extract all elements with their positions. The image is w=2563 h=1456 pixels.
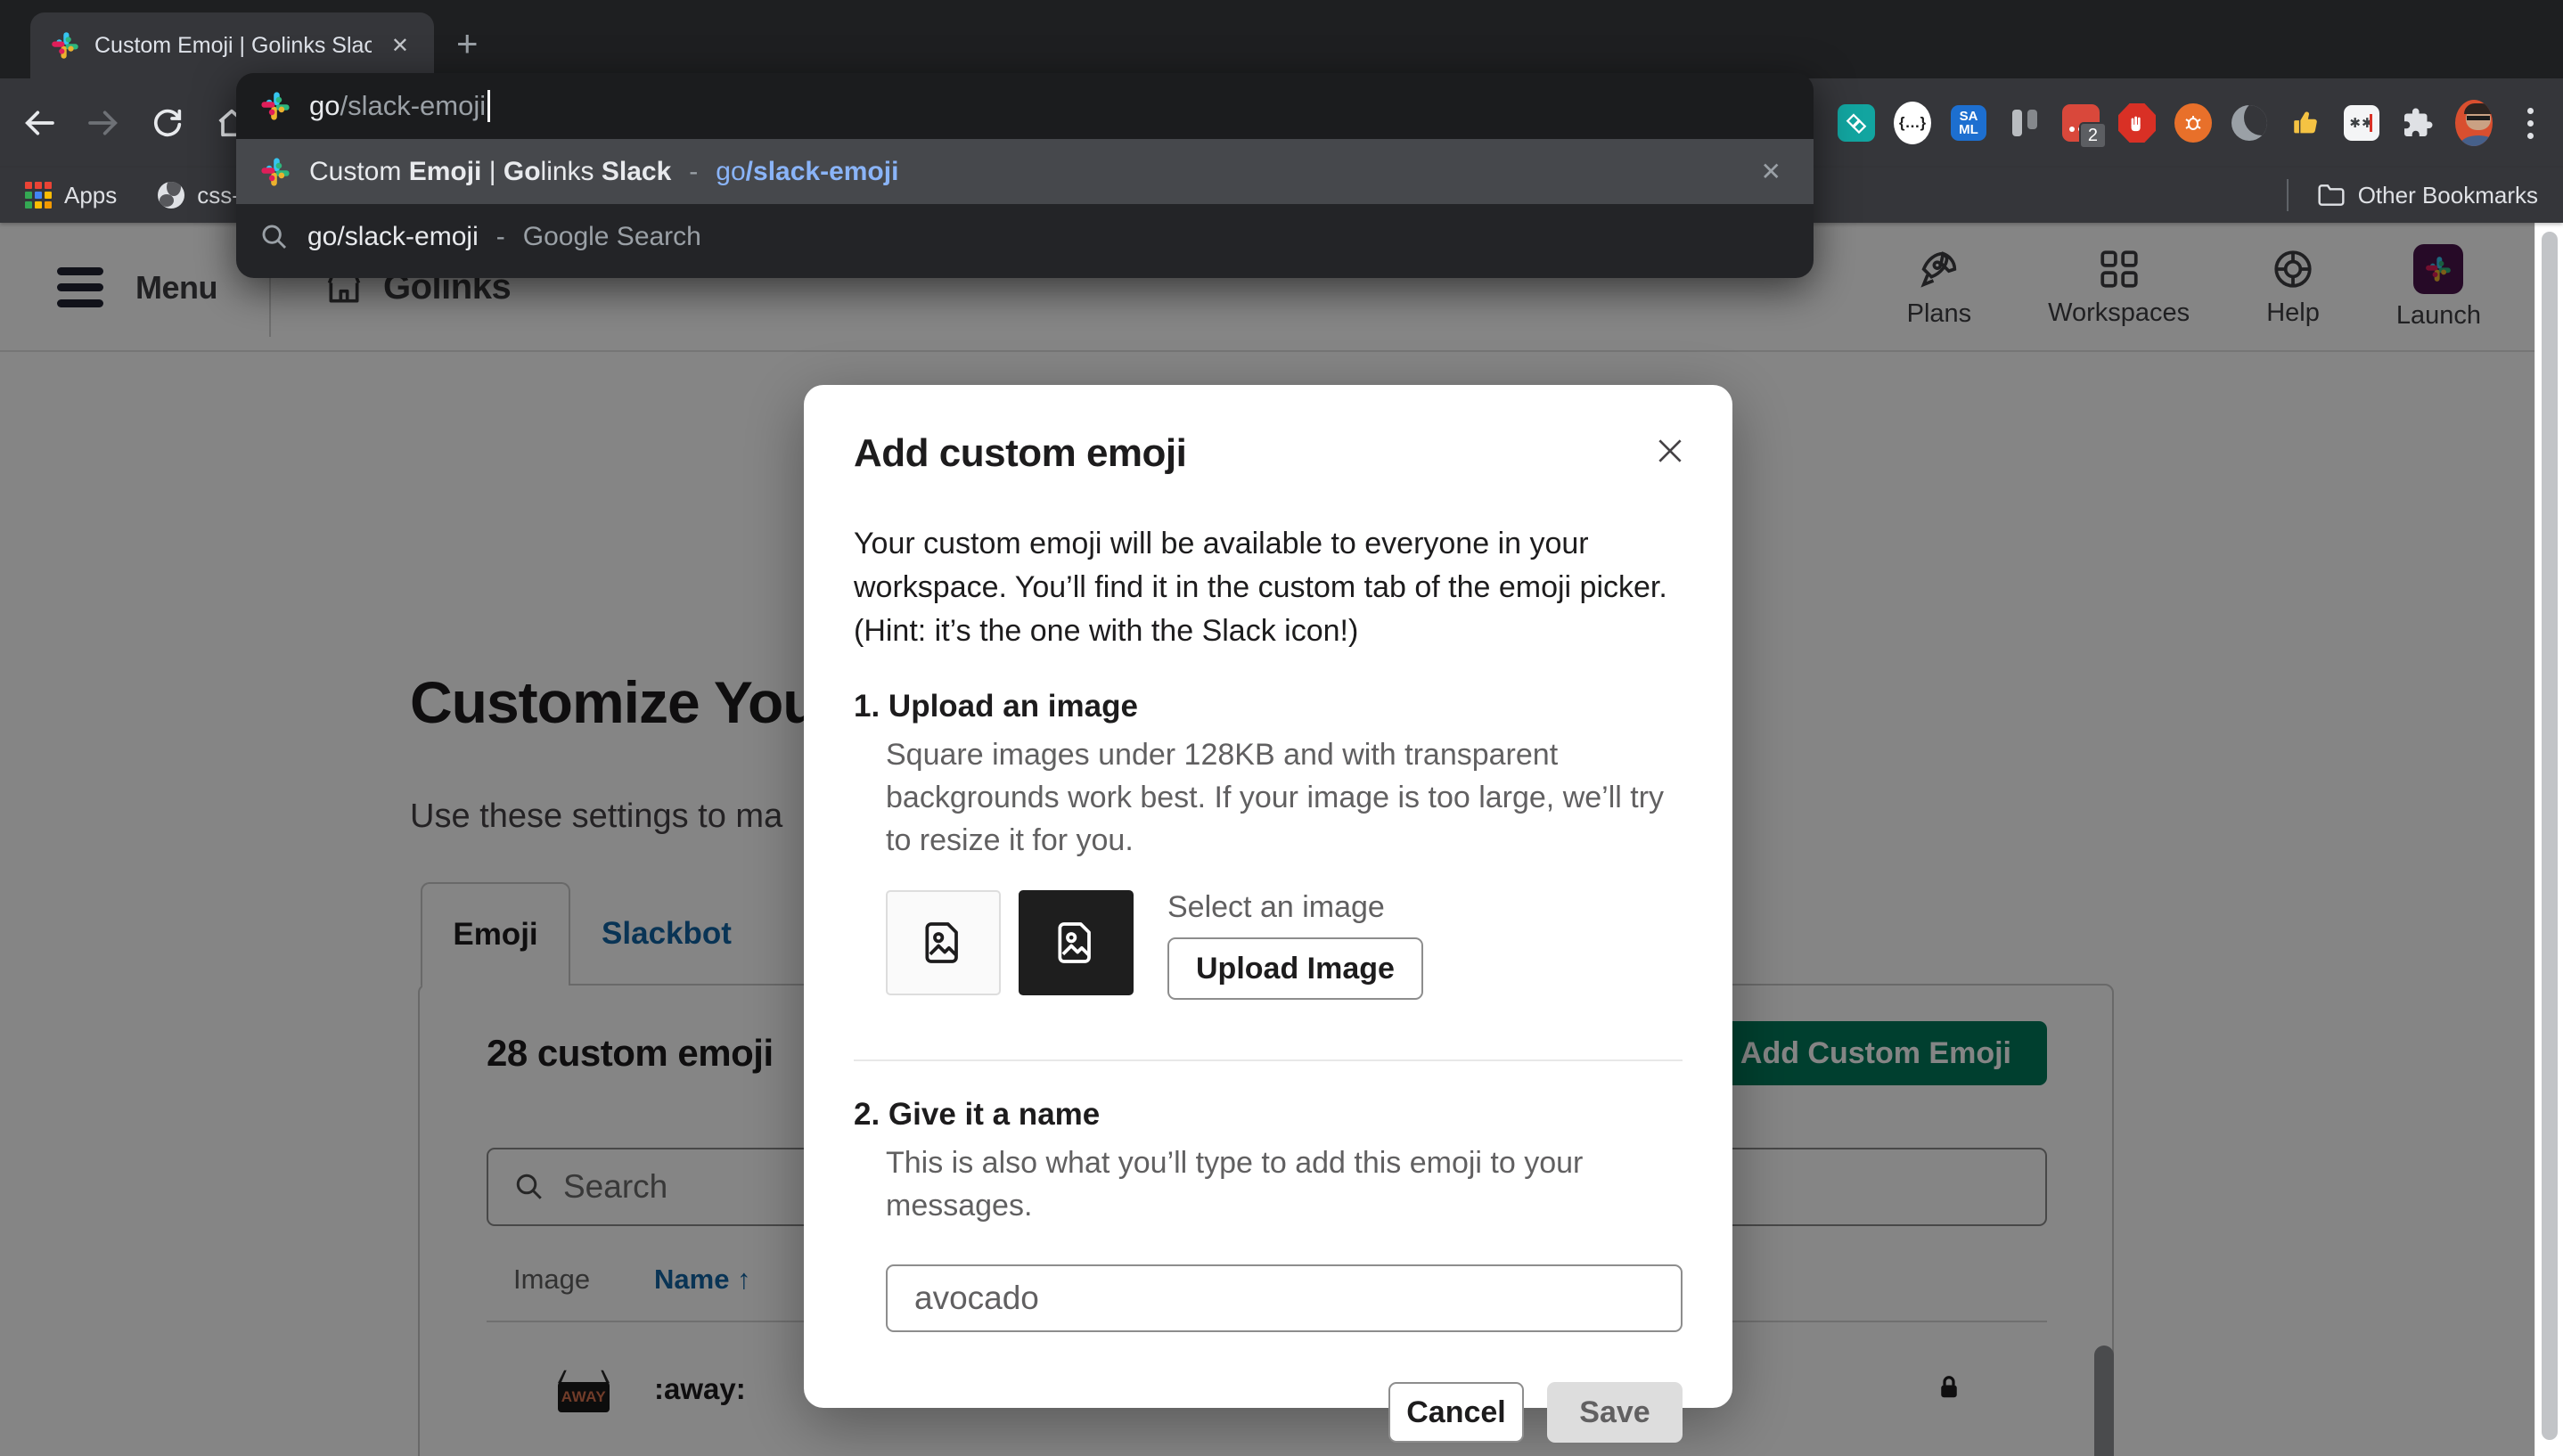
folder-icon xyxy=(2317,183,2346,208)
bug-extension-icon[interactable] xyxy=(2174,104,2212,142)
globe-icon xyxy=(158,182,184,209)
suggestion-separator: - xyxy=(496,222,505,252)
new-tab-button[interactable]: + xyxy=(456,23,479,64)
bookmarks-separator xyxy=(2287,179,2289,211)
thumbs-up-extension-icon[interactable] xyxy=(2287,104,2324,142)
suggestion-row-page[interactable]: Custom Emoji | Golinks Slack - go/slack-… xyxy=(236,139,1814,204)
modal-title: Add custom emoji xyxy=(854,431,1186,476)
save-button[interactable]: Save xyxy=(1547,1382,1683,1443)
stop-hand-extension-icon[interactable] xyxy=(2118,104,2156,142)
browser-page-scrollbar[interactable] xyxy=(2534,223,2563,1456)
golinks-extension-icon[interactable] xyxy=(1838,104,1875,142)
suggestion-engine: Google Search xyxy=(523,222,701,252)
upload-image-button[interactable]: Upload Image xyxy=(1167,937,1423,1000)
slack-favicon xyxy=(50,30,80,61)
extension-badge: 2 xyxy=(2079,122,2107,149)
cancel-button[interactable]: Cancel xyxy=(1388,1382,1524,1443)
modal-description: Your custom emoji will be available to e… xyxy=(854,522,1683,653)
text-cursor xyxy=(487,90,490,122)
omnibox-autocomplete-text: /slack-emoji xyxy=(340,90,486,122)
suggestion-row-search[interactable]: go/slack-emoji - Google Search xyxy=(236,204,1814,269)
suggestion-title: Custom Emoji | Golinks Slack xyxy=(309,157,671,187)
pause-bars-extension-icon[interactable] xyxy=(2006,104,2043,142)
step2-title: 2. Give it a name xyxy=(854,1097,1683,1133)
other-bookmarks[interactable]: Other Bookmarks xyxy=(2287,179,2538,211)
browser-tab[interactable]: Custom Emoji | Golinks Slack ✕ xyxy=(30,12,434,78)
back-icon[interactable] xyxy=(20,103,59,143)
forward-icon[interactable] xyxy=(84,103,123,143)
suggestion-separator: - xyxy=(689,157,698,187)
red-dots-extension-icon[interactable]: 2 xyxy=(2062,104,2100,142)
extensions-area: {…} SA ML xyxy=(1838,78,2549,168)
suggestion-remove-icon[interactable]: ✕ xyxy=(1752,157,1790,186)
dark-mode-moon-icon[interactable] xyxy=(2231,104,2268,142)
select-image-label: Select an image xyxy=(1167,890,1423,925)
slack-favicon xyxy=(259,90,291,122)
step1-title: 1. Upload an image xyxy=(854,689,1683,724)
password-manager-extension-icon[interactable]: ✱✱ xyxy=(2343,104,2380,142)
emoji-name-input[interactable]: avocado xyxy=(886,1264,1683,1332)
suggestion-url: go/slack-emoji xyxy=(716,157,898,187)
browser-window: Custom Emoji | Golinks Slack ✕ + xyxy=(0,0,2563,1456)
bookmark-css[interactable]: css- xyxy=(158,182,240,209)
step2-help: This is also what you’ll type to add thi… xyxy=(886,1141,1683,1227)
bookmark-apps[interactable]: Apps xyxy=(25,182,117,209)
reload-icon[interactable] xyxy=(148,103,187,143)
page-scrollbar-thumb[interactable] xyxy=(2542,232,2558,1440)
slack-favicon xyxy=(259,156,291,188)
search-icon xyxy=(259,222,290,252)
tab-strip: Custom Emoji | Golinks Slack ✕ + xyxy=(0,0,2563,78)
add-custom-emoji-modal: Add custom emoji Your custom emoji will … xyxy=(804,385,1732,1408)
json-brace-extension-icon[interactable]: {…} xyxy=(1894,104,1931,142)
omnibox-input[interactable]: go/slack-emoji xyxy=(236,73,1814,139)
emoji-preview-dark xyxy=(1019,890,1134,995)
tab-close-icon[interactable]: ✕ xyxy=(386,33,414,59)
profile-avatar[interactable] xyxy=(2455,104,2493,142)
page-content: Menu Golinks Plans Workspaces xyxy=(0,223,2534,1456)
saml-extension-icon[interactable]: SA ML xyxy=(1950,104,1987,142)
suggestion-query: go/slack-emoji xyxy=(307,222,479,252)
omnibox-dropdown: go/slack-emoji Custom Emoji | Golinks Sl… xyxy=(236,73,1814,278)
emoji-preview-light xyxy=(886,890,1001,995)
bookmark-label: Apps xyxy=(64,182,117,209)
chrome-menu-icon[interactable] xyxy=(2511,104,2549,142)
extensions-puzzle-icon[interactable] xyxy=(2399,104,2436,142)
apps-grid-icon xyxy=(25,182,52,209)
modal-divider xyxy=(854,1059,1683,1061)
modal-close-icon[interactable] xyxy=(1652,433,1688,473)
bookmark-label: css- xyxy=(197,182,240,209)
other-bookmarks-label: Other Bookmarks xyxy=(2358,182,2538,209)
tab-title: Custom Emoji | Golinks Slack xyxy=(94,33,372,59)
omnibox-typed-text: go xyxy=(309,90,340,122)
step1-help: Square images under 128KB and with trans… xyxy=(886,733,1683,862)
